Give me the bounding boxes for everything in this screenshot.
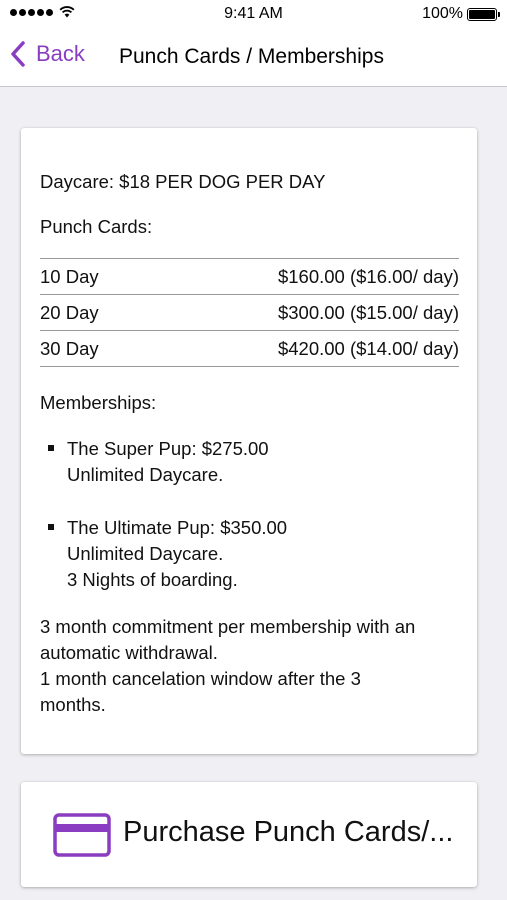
punch-card-price: $160.00 ($16.00/ day) (277, 265, 459, 287)
membership-name: The Super Pup: $275.00 (67, 438, 269, 459)
purchase-button-label: Purchase Punch Cards/... (123, 816, 454, 848)
battery-icon (467, 7, 500, 21)
punch-card-label: 10 Day (40, 265, 99, 287)
status-right: 100% (422, 5, 500, 23)
punch-card-price: $300.00 ($15.00/ day) (277, 301, 459, 323)
commitment-line: months. (40, 694, 106, 715)
bullet-icon (48, 445, 54, 451)
table-row: 20 Day $300.00 ($15.00/ day) (40, 295, 459, 331)
battery-percent: 100% (422, 5, 463, 22)
punch-card-price: $420.00 ($14.00/ day) (277, 337, 459, 359)
membership-text: The Ultimate Pup: $350.00 Unlimited Dayc… (67, 515, 287, 593)
table-row: 10 Day $160.00 ($16.00/ day) (40, 259, 459, 295)
back-button[interactable]: Back (10, 41, 85, 67)
nav-bar: Back Punch Cards / Memberships (0, 30, 507, 87)
daycare-rate: Daycare: $18 PER DOG PER DAY (40, 171, 326, 192)
chevron-left-icon (11, 41, 25, 67)
membership-detail: Unlimited Daycare. (67, 543, 224, 564)
commitment-line: 3 month commitment per membership with a… (40, 616, 416, 637)
table-row: 30 Day $420.00 ($14.00/ day) (40, 331, 459, 367)
status-bar: 9:41 AM 100% (0, 0, 507, 30)
commitment-note: 3 month commitment per membership with a… (40, 614, 459, 718)
punch-card-label: 20 Day (40, 301, 99, 323)
memberships-heading: Memberships: (40, 392, 157, 413)
back-label: Back (36, 41, 85, 66)
punch-card-table: 10 Day $160.00 ($16.00/ day) 20 Day $300… (40, 258, 459, 367)
membership-name: The Ultimate Pup: $350.00 (67, 517, 288, 538)
punch-cards-heading: Punch Cards: (40, 216, 153, 237)
membership-detail: Unlimited Daycare. (67, 464, 224, 485)
pricing-card: Daycare: $18 PER DOG PER DAY Punch Cards… (21, 128, 477, 754)
commitment-line: 1 month cancelation window after the 3 (40, 668, 361, 689)
membership-text: The Super Pup: $275.00 Unlimited Daycare… (67, 436, 269, 488)
page-title: Punch Cards / Memberships (119, 45, 384, 68)
credit-card-icon (53, 813, 111, 857)
purchase-punch-cards-button[interactable]: Purchase Punch Cards/... (21, 782, 477, 887)
membership-detail: 3 Nights of boarding. (67, 569, 238, 590)
commitment-line: automatic withdrawal. (40, 642, 218, 663)
bullet-icon (48, 524, 54, 530)
punch-card-label: 30 Day (40, 337, 99, 359)
